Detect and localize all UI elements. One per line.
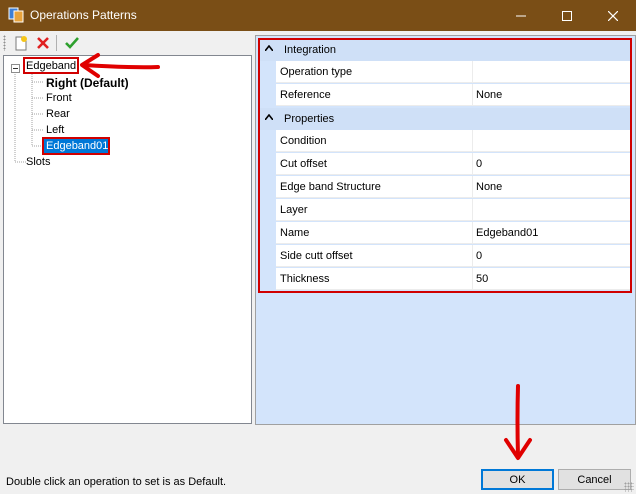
annotation-arrow-left	[80, 53, 160, 78]
ok-button[interactable]: OK	[481, 469, 554, 490]
new-operation-button[interactable]	[11, 33, 31, 53]
annotation-box-properties	[258, 38, 632, 293]
delete-x-icon	[37, 37, 49, 49]
toolbar-grip	[3, 35, 6, 51]
close-icon	[608, 10, 618, 21]
title-bar: Operations Patterns	[0, 0, 636, 31]
tree-node-front[interactable]: Front	[46, 92, 72, 104]
annotation-box-edgeband	[23, 57, 79, 74]
delete-operation-button[interactable]	[33, 33, 53, 53]
operations-tree[interactable]: Edgeband Right (Default) Front Rear Left…	[3, 55, 252, 424]
new-document-icon	[15, 36, 27, 51]
cancel-button[interactable]: Cancel	[558, 469, 631, 490]
apply-button[interactable]	[62, 33, 82, 53]
checkmark-icon	[65, 37, 79, 49]
collapse-toggle[interactable]	[11, 64, 20, 73]
maximize-icon	[562, 10, 572, 21]
maximize-button[interactable]	[544, 0, 590, 31]
annotation-box-edgeband01	[42, 137, 110, 155]
window-title: Operations Patterns	[30, 8, 137, 22]
resize-grip[interactable]	[624, 482, 634, 492]
annotation-arrow-down	[504, 384, 532, 460]
status-hint: Double click an operation to set is as D…	[6, 476, 227, 488]
tree-node-slots[interactable]: Slots	[26, 156, 50, 168]
close-button[interactable]	[590, 0, 636, 31]
toolbar-separator	[56, 35, 57, 51]
tree-node-left[interactable]: Left	[46, 124, 64, 136]
app-icon	[8, 7, 24, 23]
minimize-button[interactable]	[498, 0, 544, 31]
minimize-icon	[516, 15, 526, 16]
tree-node-rear[interactable]: Rear	[46, 108, 70, 120]
